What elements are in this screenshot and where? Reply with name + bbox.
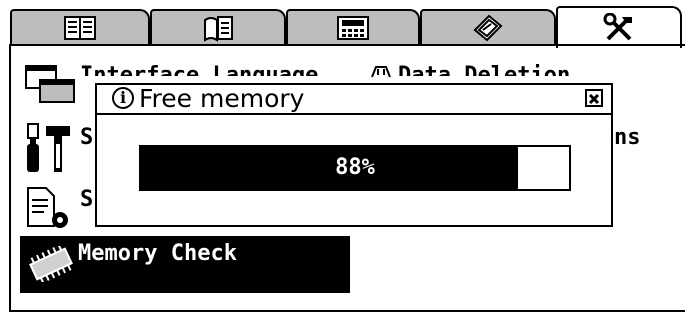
- cards-icon: [473, 14, 503, 42]
- data-deletion-label[interactable]: Data Deletion: [398, 64, 570, 76]
- menu-item-2-right-label[interactable]: ns: [614, 126, 641, 150]
- tab-dictionary[interactable]: [10, 9, 150, 45]
- menu-item-2-label[interactable]: S: [80, 126, 93, 150]
- dialog-title-bar: i Free memory: [97, 85, 611, 115]
- memory-chip-icon: [26, 244, 76, 286]
- menu-item-memory-check[interactable]: Memory Check: [20, 236, 350, 293]
- document-settings-icon: [24, 186, 74, 236]
- memory-progress-bar: 88%: [139, 145, 571, 191]
- tab-cards[interactable]: [420, 9, 556, 45]
- book-icon: [64, 16, 96, 40]
- interface-language-label[interactable]: Interface Language: [80, 64, 318, 76]
- dialog-title: Free memory: [139, 84, 305, 113]
- calculator-icon: [337, 16, 369, 40]
- tools-icon: [603, 13, 632, 41]
- notebook-icon: [204, 16, 233, 42]
- close-icon: [588, 93, 600, 105]
- interface-language-icon: [24, 64, 78, 108]
- tab-calculator[interactable]: [286, 9, 420, 45]
- close-button[interactable]: [585, 89, 603, 107]
- data-deletion-icon: [370, 64, 392, 83]
- free-memory-dialog: i Free memory 88%: [95, 83, 613, 227]
- settings-screen: Interface Language Data Deletion S ns: [0, 0, 688, 314]
- progress-percent: 88%: [335, 155, 375, 180]
- memory-check-label: Memory Check: [78, 241, 237, 266]
- tab-tools[interactable]: [556, 6, 682, 48]
- tab-notebook[interactable]: [150, 9, 286, 45]
- tools-setup-icon: [24, 122, 74, 180]
- menu-item-3-label[interactable]: S: [80, 188, 93, 212]
- info-icon: i: [112, 87, 134, 109]
